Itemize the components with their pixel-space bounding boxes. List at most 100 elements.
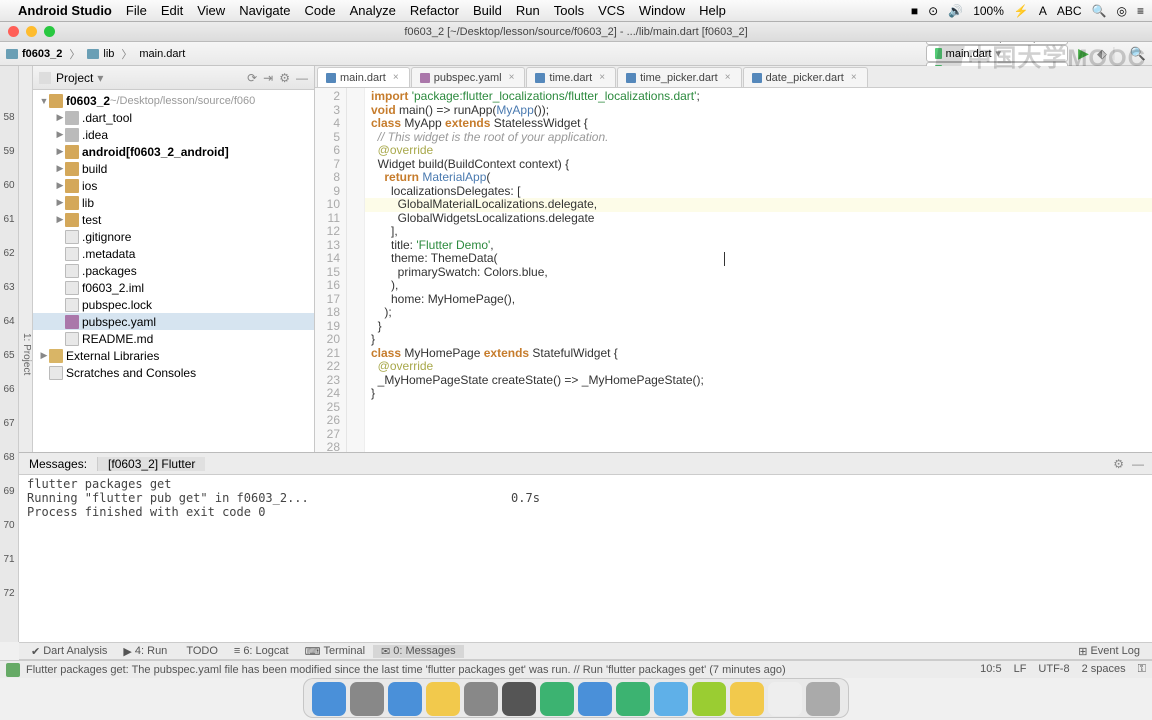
close-icon[interactable]: × — [393, 72, 399, 83]
menu-refactor[interactable]: Refactor — [410, 3, 459, 18]
tree-row[interactable]: Scratches and Consoles — [33, 364, 314, 381]
tree-row[interactable]: ▶.idea — [33, 126, 314, 143]
gear-icon[interactable]: ⚙ — [279, 71, 290, 85]
status-item[interactable]: LF — [1014, 663, 1027, 675]
dock-app[interactable] — [464, 682, 498, 716]
menu-window[interactable]: Window — [639, 3, 685, 18]
search-icon[interactable]: 🔍 — [1130, 46, 1146, 62]
tree-row[interactable]: ▶build — [33, 160, 314, 177]
menubar-right-item[interactable]: ◎ — [1117, 4, 1127, 18]
tree-row[interactable]: ▶lib — [33, 194, 314, 211]
menubar-right-item[interactable]: A — [1039, 4, 1047, 18]
tree-row[interactable]: pubspec.lock — [33, 296, 314, 313]
run-icon[interactable]: ▶ — [1078, 45, 1089, 62]
menu-view[interactable]: View — [197, 3, 225, 18]
status-item[interactable]: 10:5 — [980, 663, 1001, 675]
editor-tab[interactable]: time_picker.dart× — [617, 67, 742, 87]
expand-icon[interactable]: ▶ — [55, 197, 65, 208]
editor-tab[interactable]: time.dart× — [526, 67, 616, 87]
menubar-right-item[interactable]: ABC — [1057, 4, 1082, 18]
expand-icon[interactable]: ▶ — [55, 146, 65, 157]
dock-app[interactable] — [806, 682, 840, 716]
tree-row[interactable]: ▶android [f0603_2_android] — [33, 143, 314, 160]
sync-icon[interactable]: ⟳ — [247, 71, 257, 85]
menu-edit[interactable]: Edit — [161, 3, 183, 18]
menu-analyze[interactable]: Analyze — [350, 3, 396, 18]
dock-app[interactable] — [578, 682, 612, 716]
tree-row[interactable]: .metadata — [33, 245, 314, 262]
menubar-right-item[interactable]: ⊙ — [928, 4, 938, 18]
menubar-right-item[interactable]: ⚡ — [1014, 4, 1029, 18]
zoom-icon[interactable] — [44, 26, 55, 37]
tree-row[interactable]: pubspec.yaml — [33, 313, 314, 330]
bottom-tab[interactable]: ≡6: Logcat — [226, 645, 297, 657]
expand-icon[interactable]: ▶ — [55, 112, 65, 123]
expand-icon[interactable]: ▼ — [39, 96, 49, 106]
tree-row[interactable]: ▼f0603_2 ~/Desktop/lesson/source/f060 — [33, 92, 314, 109]
bottom-tab[interactable]: ⌨Terminal — [297, 645, 373, 658]
debug-icon[interactable]: ⬖ — [1097, 46, 1107, 62]
close-icon[interactable] — [8, 26, 19, 37]
minimize-icon[interactable] — [26, 26, 37, 37]
dock-app[interactable] — [616, 682, 650, 716]
tree-row[interactable]: ▶test — [33, 211, 314, 228]
dock-app[interactable] — [502, 682, 536, 716]
messages-subtab[interactable]: [f0603_2] Flutter — [98, 457, 205, 471]
tree-row[interactable]: ▶.dart_tool — [33, 109, 314, 126]
hide-icon[interactable]: — — [1132, 457, 1144, 471]
close-icon[interactable]: × — [599, 72, 605, 83]
tree-row[interactable]: .gitignore — [33, 228, 314, 245]
menubar-right-item[interactable]: ■ — [911, 4, 918, 18]
menu-build[interactable]: Build — [473, 3, 502, 18]
bottom-tab[interactable]: TODO — [175, 645, 226, 657]
expand-icon[interactable]: ▶ — [55, 214, 65, 225]
dock-app[interactable] — [692, 682, 726, 716]
tree-row[interactable]: .packages — [33, 262, 314, 279]
gear-icon[interactable]: ⚙ — [1113, 457, 1124, 471]
device-selector[interactable]: main.dart▾ — [926, 45, 1068, 62]
status-item[interactable]: UTF-8 — [1038, 663, 1069, 675]
status-item[interactable]: ⚿ — [1138, 663, 1146, 675]
menu-vcs[interactable]: VCS — [598, 3, 625, 18]
menu-navigate[interactable]: Navigate — [239, 3, 290, 18]
breadcrumb[interactable]: f0603_2 〉 lib 〉 main.dart — [6, 46, 185, 62]
bottom-tab[interactable]: ✉0: Messages — [373, 645, 464, 658]
close-icon[interactable]: × — [851, 72, 857, 83]
menu-tools[interactable]: Tools — [554, 3, 584, 18]
dock[interactable] — [303, 678, 849, 718]
chevron-down-icon[interactable]: ▾ — [97, 71, 103, 85]
messages-tab[interactable]: Messages: — [19, 457, 98, 471]
dock-app[interactable] — [654, 682, 688, 716]
expand-icon[interactable]: ▶ — [55, 180, 65, 191]
dock-app[interactable] — [730, 682, 764, 716]
collapse-icon[interactable]: ⇥ — [263, 71, 273, 85]
menu-code[interactable]: Code — [305, 3, 336, 18]
tree-row[interactable]: f0603_2.iml — [33, 279, 314, 296]
expand-icon[interactable]: ▶ — [55, 129, 65, 140]
status-item[interactable]: 2 spaces — [1082, 663, 1126, 675]
dock-app[interactable] — [350, 682, 384, 716]
crumb-file[interactable]: main.dart — [139, 48, 185, 60]
bottom-tab[interactable]: ✔Dart Analysis — [23, 645, 115, 658]
dock-app[interactable] — [312, 682, 346, 716]
editor-tab[interactable]: main.dart× — [317, 67, 410, 87]
menubar-right-item[interactable]: 🔍 — [1092, 4, 1107, 18]
dock-app[interactable] — [388, 682, 422, 716]
bottom-tab[interactable]: ▶4: Run — [115, 645, 175, 658]
tree-row[interactable]: ▶External Libraries — [33, 347, 314, 364]
menu-file[interactable]: File — [126, 3, 147, 18]
editor-tab[interactable]: pubspec.yaml× — [411, 67, 526, 87]
app-name[interactable]: Android Studio — [18, 3, 112, 18]
crumb-root[interactable]: f0603_2 — [22, 48, 62, 60]
traffic-lights[interactable] — [8, 26, 55, 37]
crumb-folder[interactable]: lib — [103, 48, 114, 60]
expand-icon[interactable]: ▶ — [55, 163, 65, 174]
dock-app[interactable] — [540, 682, 574, 716]
editor-tab[interactable]: date_picker.dart× — [743, 67, 868, 87]
menubar-right-item[interactable]: 🔊 — [948, 4, 963, 18]
close-icon[interactable]: × — [509, 72, 515, 83]
messages-body[interactable]: flutter packages get Running "flutter pu… — [19, 475, 1152, 642]
menubar-right-item[interactable]: ≡ — [1137, 4, 1144, 18]
dock-app[interactable] — [768, 682, 802, 716]
tree-row[interactable]: README.md — [33, 330, 314, 347]
